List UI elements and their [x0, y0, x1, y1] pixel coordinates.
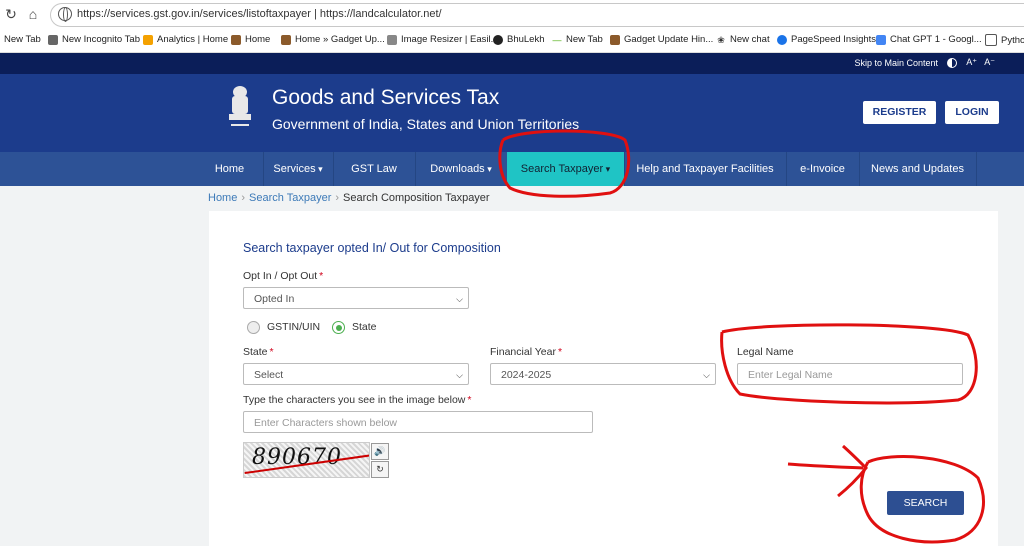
- main-nav: Home Services GST Law Downloads Search T…: [0, 152, 1024, 186]
- search-button[interactable]: SEARCH: [887, 491, 964, 515]
- register-button[interactable]: REGISTER: [863, 101, 936, 124]
- favicon-icon: [231, 34, 241, 45]
- bookmark-item[interactable]: PageSpeed Insights: [777, 34, 876, 45]
- optin-label: Opt In / Opt Out *: [243, 270, 324, 282]
- incognito-icon: [48, 34, 58, 45]
- fy-label: Financial Year *: [490, 346, 563, 358]
- captcha-image: 890670: [243, 442, 370, 478]
- bookmark-item[interactable]: Python: [985, 34, 1024, 46]
- captcha-input[interactable]: Enter Characters shown below: [243, 411, 593, 433]
- audio-captcha-icon[interactable]: 🔊: [371, 443, 389, 460]
- bookmark-item[interactable]: Image Resizer | Easil...: [387, 34, 499, 45]
- gstin-radio[interactable]: [247, 321, 260, 334]
- accessibility-strip: Skip to Main Content A⁺ A⁻: [0, 53, 1024, 74]
- nav-gst-law[interactable]: GST Law: [333, 152, 416, 186]
- browser-toolbar: ↻ ⌂ https://services.gst.gov.in/services…: [0, 0, 1024, 30]
- skip-to-main-link[interactable]: Skip to Main Content: [854, 58, 938, 68]
- font-increase-button[interactable]: A⁺: [966, 57, 977, 68]
- nav-services[interactable]: Services: [263, 152, 334, 186]
- bookmark-item[interactable]: Chat GPT 1 - Googl...: [876, 34, 982, 45]
- contrast-icon[interactable]: [947, 58, 957, 68]
- dash-icon: —: [552, 34, 562, 45]
- favicon-icon: [281, 34, 291, 45]
- breadcrumb: Home › Search Taxpayer › Search Composition …: [208, 192, 490, 204]
- pagespeed-icon: [777, 34, 787, 45]
- nav-news-updates[interactable]: News and Updates: [859, 152, 977, 186]
- state-radio-label: State: [352, 321, 377, 333]
- bookmark-item[interactable]: Home: [231, 34, 270, 45]
- nav-e-invoice[interactable]: e-Invoice: [786, 152, 860, 186]
- address-bar[interactable]: https://services.gst.gov.in/services/lis…: [50, 3, 1024, 27]
- breadcrumb-search-taxpayer[interactable]: Search Taxpayer: [249, 192, 331, 204]
- bookmark-item[interactable]: Analytics | Home: [143, 34, 228, 45]
- chatgpt-icon: ❀: [717, 34, 725, 45]
- site-info-icon[interactable]: [58, 7, 72, 22]
- legal-name-label: Legal Name: [737, 346, 794, 358]
- folder-icon: [985, 34, 997, 46]
- captcha-label: Type the characters you see in the image…: [243, 394, 472, 406]
- bookmark-item[interactable]: BhuLekh: [493, 34, 545, 45]
- bookmark-item[interactable]: ❀ New chat: [716, 34, 769, 45]
- chevron-down-icon: ⌵: [703, 370, 710, 380]
- favicon-icon: [610, 34, 620, 45]
- search-form-panel: Search taxpayer opted In/ Out for Compos…: [209, 211, 998, 546]
- site-subtitle: Government of India, States and Union Te…: [272, 116, 580, 132]
- docs-icon: [876, 34, 886, 45]
- font-decrease-button[interactable]: A⁻: [984, 57, 995, 68]
- gstin-radio-label: GSTIN/UIN: [267, 321, 321, 333]
- favicon-icon: [493, 34, 503, 45]
- home-icon[interactable]: ⌂: [24, 5, 42, 23]
- optin-select[interactable]: Opted In ⌵: [243, 287, 469, 309]
- reload-icon[interactable]: ↻: [2, 5, 20, 23]
- financial-year-select[interactable]: 2024-2025 ⌵: [490, 363, 716, 385]
- bookmark-item[interactable]: Home » Gadget Up...: [281, 34, 385, 45]
- login-button[interactable]: LOGIN: [945, 101, 999, 124]
- nav-search-taxpayer[interactable]: Search Taxpayer: [507, 152, 625, 186]
- chevron-down-icon: ⌵: [456, 370, 463, 380]
- refresh-captcha-icon[interactable]: ↻: [371, 461, 389, 478]
- form-title: Search taxpayer opted In/ Out for Compos…: [243, 241, 501, 255]
- site-title: Goods and Services Tax: [272, 86, 500, 109]
- breadcrumb-current: Search Composition Taxpayer: [343, 192, 490, 204]
- nav-home[interactable]: Home: [196, 152, 264, 186]
- analytics-icon: [143, 34, 153, 45]
- chevron-down-icon: ⌵: [456, 294, 463, 304]
- state-select[interactable]: Select ⌵: [243, 363, 469, 385]
- breadcrumb-separator: ›: [241, 192, 246, 204]
- bookmark-item[interactable]: New Tab: [4, 34, 41, 45]
- bookmarks-bar: New Tab New Incognito Tab Analytics | Ho…: [0, 30, 1024, 53]
- nav-help-taxpayer-facilities[interactable]: Help and Taxpayer Facilities: [624, 152, 787, 186]
- national-emblem-icon: [229, 86, 251, 126]
- url-text: https://services.gst.gov.in/services/lis…: [77, 8, 442, 20]
- bookmark-item[interactable]: Gadget Update Hin...: [610, 34, 713, 45]
- legal-name-input[interactable]: Enter Legal Name: [737, 363, 963, 385]
- state-label: State *: [243, 346, 274, 358]
- bookmark-item[interactable]: — New Tab: [552, 34, 603, 45]
- breadcrumb-home[interactable]: Home: [208, 192, 237, 204]
- bookmark-item[interactable]: New Incognito Tab: [48, 34, 140, 45]
- state-radio[interactable]: [332, 321, 345, 334]
- nav-downloads[interactable]: Downloads: [415, 152, 508, 186]
- site-header: Goods and Services Tax Government of Ind…: [0, 74, 1024, 152]
- image-icon: [387, 34, 397, 45]
- breadcrumb-separator: ›: [335, 192, 340, 204]
